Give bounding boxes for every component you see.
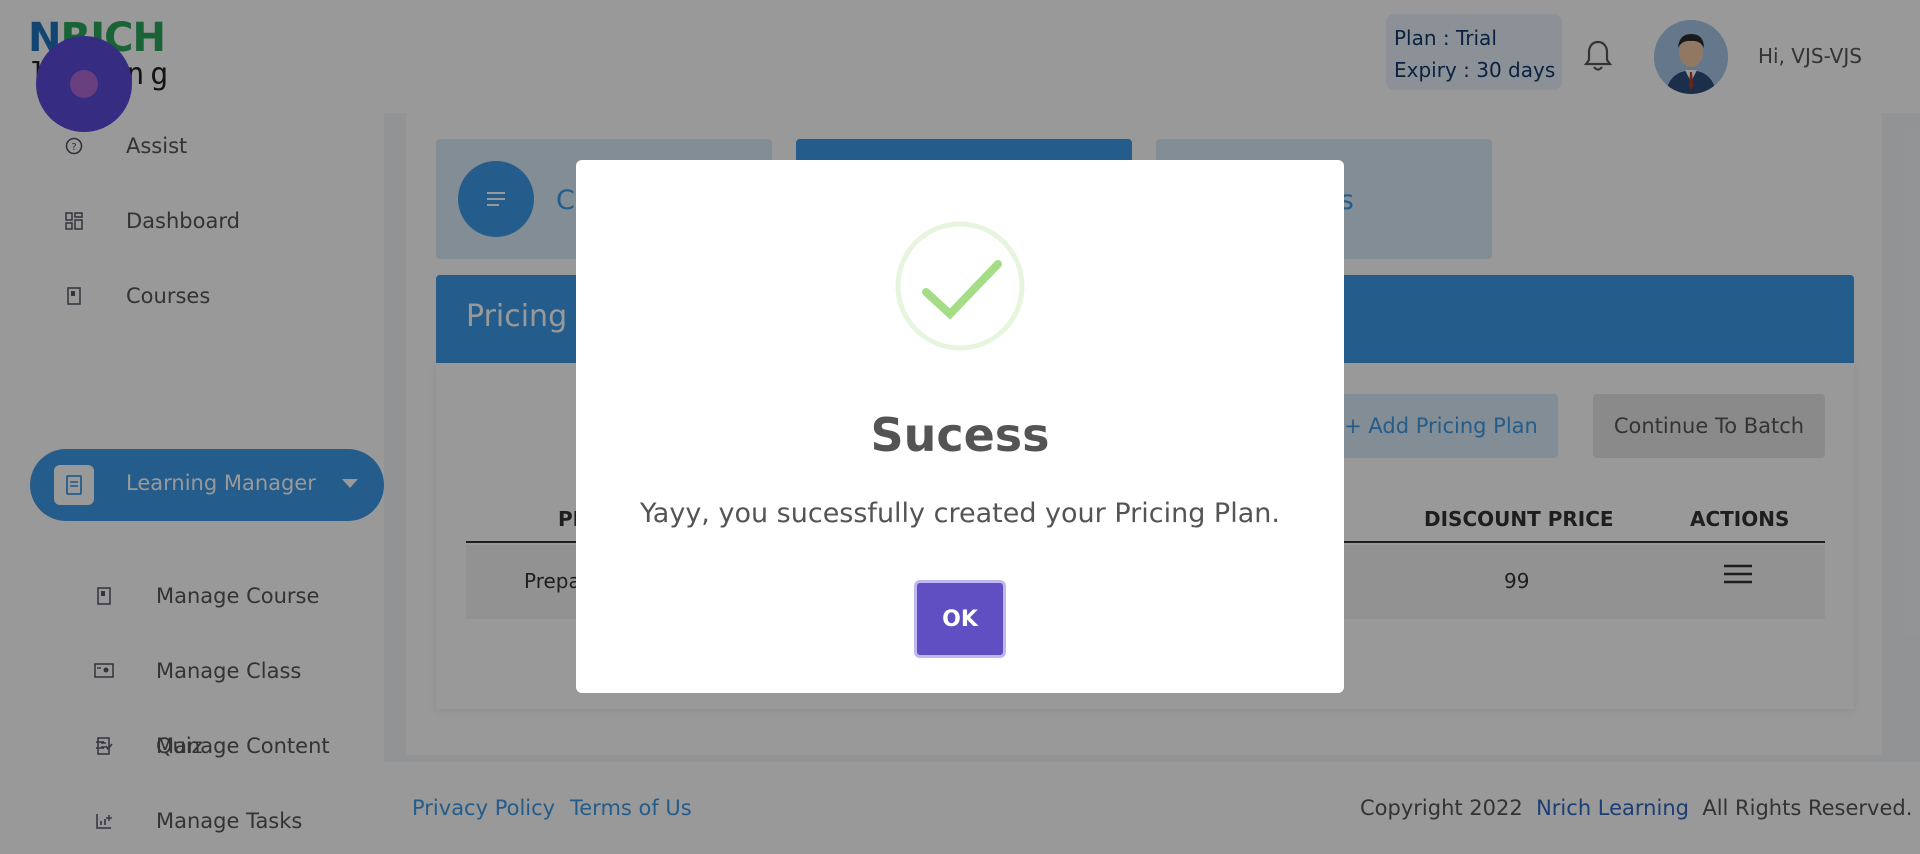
modal-message: Yayy, you sucessfully created your Prici…: [640, 498, 1280, 529]
success-modal: Sucess Yayy, you sucessfully created you…: [576, 160, 1344, 693]
modal-title: Sucess: [870, 408, 1050, 462]
ok-button[interactable]: OK: [914, 580, 1006, 658]
success-check-icon: [895, 221, 1025, 351]
